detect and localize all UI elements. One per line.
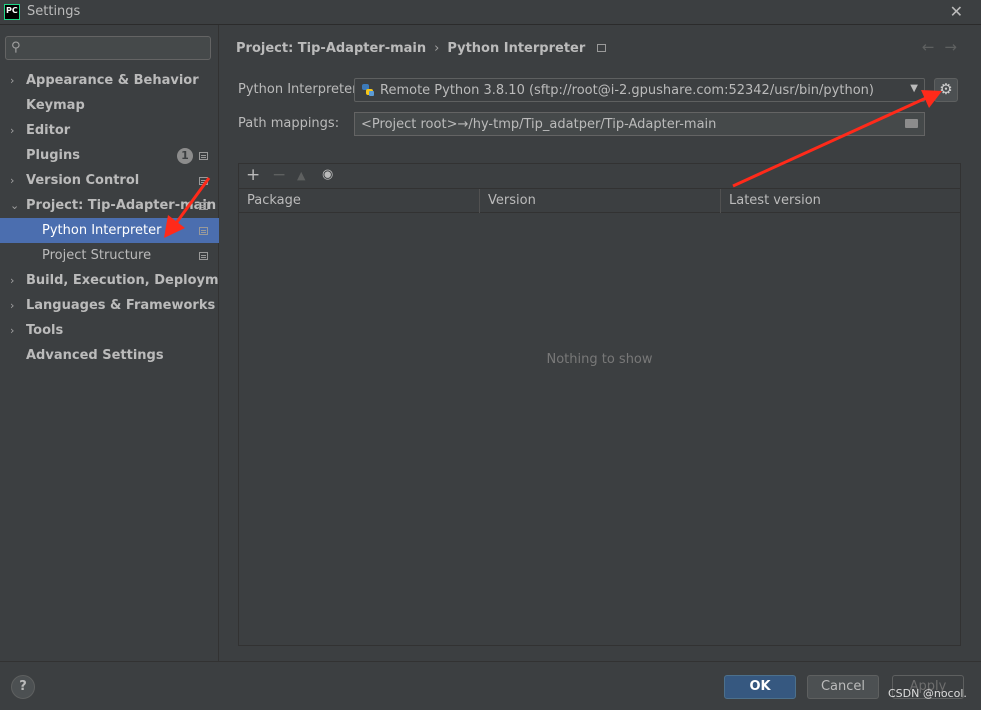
packages-table-body[interactable]: Nothing to show (239, 213, 960, 645)
add-icon[interactable]: + (246, 165, 260, 185)
chevron-right-icon: › (10, 274, 15, 287)
settings-content: Project: Tip-Adapter-main › Python Interpr… (220, 25, 981, 661)
packages-panel: + − ▲ ◉ Package Version Latest version N… (238, 163, 961, 646)
breadcrumb: Project: Tip-Adapter-main › Python Interpr… (236, 41, 607, 56)
interpreter-label: Python Interpreter: (238, 82, 362, 97)
chevron-right-icon: › (10, 124, 15, 137)
sidebar-item-label: Advanced Settings (26, 348, 164, 363)
sidebar-item-label: Python Interpreter (42, 223, 162, 238)
breadcrumb-separator: › (434, 41, 440, 56)
help-icon[interactable]: ? (11, 675, 35, 699)
python-icon (362, 84, 374, 96)
path-mappings-field[interactable]: <Project root>→/hy-tmp/Tip_adatper/Tip-A… (354, 112, 925, 136)
folder-icon[interactable] (905, 119, 918, 128)
forward-arrow-icon[interactable]: → (944, 38, 967, 56)
interpreter-settings-button[interactable]: ⚙ (934, 78, 958, 102)
breadcrumb-parent[interactable]: Project: Tip-Adapter-main (236, 41, 426, 56)
packages-toolbar: + − ▲ ◉ (239, 164, 960, 188)
dialog-footer: ? OK Cancel Apply (0, 661, 981, 710)
sidebar-item-label: Keymap (26, 98, 85, 113)
plugins-update-badge: 1 (177, 148, 193, 164)
chevron-right-icon: › (10, 74, 15, 87)
project-config-icon (199, 152, 208, 160)
breadcrumb-current: Python Interpreter (447, 41, 586, 56)
sidebar-item-plugins[interactable]: Plugins 1 (0, 143, 219, 168)
search-field[interactable]: ⚲ (5, 36, 211, 60)
project-config-icon (199, 252, 208, 260)
sidebar-item-label: Appearance & Behavior (26, 73, 199, 88)
dropdown-caret-icon: ▼ (910, 83, 918, 94)
packages-table-header: Package Version Latest version (239, 188, 960, 213)
column-header-latest-version[interactable]: Latest version (721, 189, 960, 213)
project-config-icon (597, 44, 607, 52)
gear-icon: ⚙ (939, 80, 953, 98)
sidebar-item-label: Editor (26, 123, 71, 138)
sidebar-item-editor[interactable]: › Editor (0, 118, 219, 143)
pycharm-logo-icon: PC (4, 4, 20, 20)
sidebar-item-label: Tools (26, 323, 64, 338)
settings-sidebar: ⚲ › Appearance & Behavior Keymap › Editor … (0, 25, 219, 661)
interpreter-dropdown[interactable]: Remote Python 3.8.10 (sftp://root@i-2.gp… (354, 78, 925, 102)
sidebar-item-project-structure[interactable]: Project Structure (0, 243, 219, 268)
window-title: Settings (27, 4, 81, 19)
sidebar-item-project[interactable]: ⌄ Project: Tip-Adapter-main (0, 193, 219, 218)
project-config-icon (199, 177, 208, 185)
history-navigation: ←→ (922, 38, 967, 56)
sidebar-item-label: Version Control (26, 173, 140, 188)
search-icon: ⚲ (11, 40, 21, 55)
sidebar-item-keymap[interactable]: Keymap (0, 93, 219, 118)
sidebar-item-advanced[interactable]: Advanced Settings (0, 343, 219, 368)
sidebar-item-label: Plugins (26, 148, 80, 163)
close-icon[interactable]: ✕ (950, 2, 963, 21)
empty-state-text: Nothing to show (546, 352, 653, 367)
cancel-button[interactable]: Cancel (807, 675, 879, 699)
upgrade-icon[interactable]: ▲ (297, 169, 305, 182)
project-config-icon (199, 227, 208, 235)
sidebar-item-label: Build, Execution, Deployment (26, 273, 219, 288)
sidebar-item-label: Project Structure (42, 248, 152, 263)
sidebar-item-languages[interactable]: › Languages & Frameworks (0, 293, 219, 318)
title-bar: PC Settings ✕ (0, 0, 981, 25)
chevron-right-icon: › (10, 324, 15, 337)
remove-icon[interactable]: − (272, 165, 286, 185)
sidebar-item-label: Languages & Frameworks (26, 298, 216, 313)
settings-tree: › Appearance & Behavior Keymap › Editor Pl… (0, 68, 219, 368)
chevron-down-icon: ⌄ (10, 199, 20, 212)
sidebar-item-appearance[interactable]: › Appearance & Behavior (0, 68, 219, 93)
sidebar-item-version-control[interactable]: › Version Control (0, 168, 219, 193)
logo-text: PC (6, 6, 18, 15)
back-arrow-icon[interactable]: ← (922, 38, 945, 56)
interpreter-value: Remote Python 3.8.10 (sftp://root@i-2.gp… (380, 83, 874, 98)
path-mappings-label: Path mappings: (238, 116, 340, 131)
project-config-icon (199, 202, 208, 210)
column-header-package[interactable]: Package (239, 189, 480, 213)
watermark: CSDN @nocol. (888, 687, 967, 700)
sidebar-item-tools[interactable]: › Tools (0, 318, 219, 343)
sidebar-item-build[interactable]: › Build, Execution, Deployment (0, 268, 219, 293)
column-header-version[interactable]: Version (480, 189, 721, 213)
eye-icon[interactable]: ◉ (322, 167, 333, 182)
sidebar-item-python-interpreter[interactable]: Python Interpreter (0, 218, 219, 243)
sidebar-item-label: Project: Tip-Adapter-main (26, 198, 217, 213)
chevron-right-icon: › (10, 299, 15, 312)
search-input[interactable] (30, 39, 205, 57)
chevron-right-icon: › (10, 174, 15, 187)
ok-button[interactable]: OK (724, 675, 796, 699)
path-mappings-value: <Project root>→/hy-tmp/Tip_adatper/Tip-A… (361, 117, 717, 132)
